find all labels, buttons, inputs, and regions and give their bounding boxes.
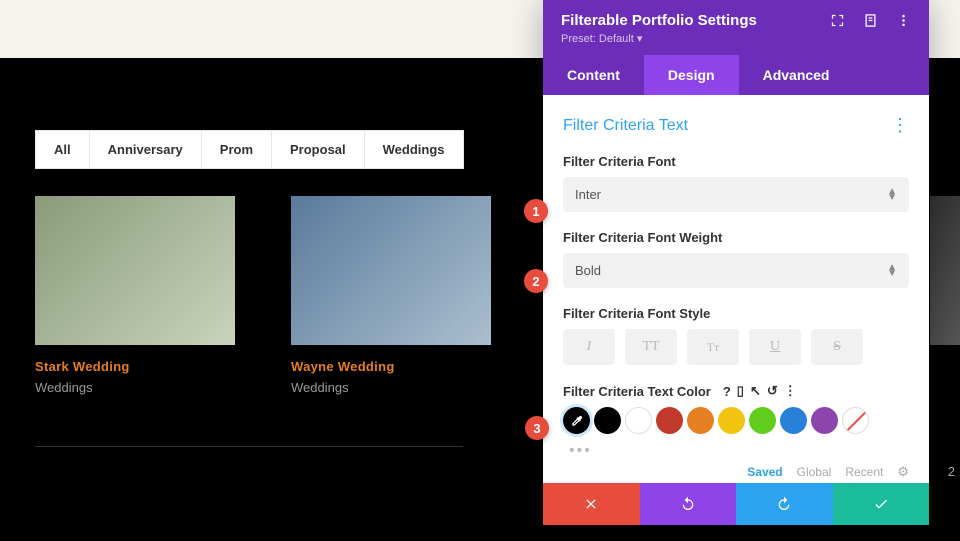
color-black[interactable]: [594, 407, 621, 434]
section-menu-icon[interactable]: ⋮: [891, 115, 909, 136]
strikethrough-button[interactable]: S: [811, 329, 863, 365]
filter-weddings[interactable]: Weddings: [365, 131, 463, 168]
undo-icon: [680, 496, 696, 512]
help-icon[interactable]: [863, 13, 878, 28]
portfolio-item[interactable]: Wayne Wedding Weddings: [291, 196, 491, 395]
redo-button[interactable]: [736, 483, 833, 525]
callout-1: 1: [524, 199, 548, 223]
weight-value: Bold: [575, 263, 601, 278]
smallcaps-button[interactable]: Tᴛ: [687, 329, 739, 365]
check-icon: [873, 496, 889, 512]
portfolio-category: Weddings: [291, 380, 491, 395]
callout-3: 3: [525, 416, 549, 440]
palette-saved[interactable]: Saved: [747, 465, 782, 479]
eyedropper-button[interactable]: [563, 407, 590, 434]
palette-recent[interactable]: Recent: [845, 465, 883, 479]
reset-icon[interactable]: ↺: [767, 383, 778, 399]
portfolio-item[interactable]: Stark Wedding Weddings: [35, 196, 235, 395]
page-number: 2: [948, 464, 955, 479]
font-label: Filter Criteria Font: [563, 154, 909, 169]
callout-2: 2: [524, 269, 548, 293]
portfolio-filter-bar: All Anniversary Prom Proposal Weddings: [35, 130, 464, 169]
more-vert-icon[interactable]: ⋮: [784, 383, 797, 399]
save-button[interactable]: [833, 483, 930, 525]
close-button[interactable]: [543, 483, 640, 525]
weight-select[interactable]: Bold ▲▼: [563, 253, 909, 288]
color-green[interactable]: [749, 407, 776, 434]
color-blue[interactable]: [780, 407, 807, 434]
font-select[interactable]: Inter ▲▼: [563, 177, 909, 212]
portfolio-grid: Stark Wedding Weddings Wayne Wedding Wed…: [35, 196, 491, 395]
panel-header: Filterable Portfolio Settings Preset: De…: [543, 0, 929, 55]
help-icon[interactable]: ?: [723, 384, 731, 399]
select-arrows-icon: ▲▼: [887, 189, 897, 201]
filter-prom[interactable]: Prom: [202, 131, 272, 168]
color-swatches: [563, 407, 909, 434]
portfolio-thumbnail: [291, 196, 491, 345]
settings-panel: Filterable Portfolio Settings Preset: De…: [543, 0, 929, 525]
tab-advanced[interactable]: Advanced: [739, 55, 854, 95]
hover-icon[interactable]: ↖: [750, 383, 761, 399]
gear-icon[interactable]: ⚙: [897, 464, 909, 480]
redo-icon: [776, 496, 792, 512]
italic-button[interactable]: I: [563, 329, 615, 365]
color-red[interactable]: [656, 407, 683, 434]
portfolio-thumbnail: [35, 196, 235, 345]
select-arrows-icon: ▲▼: [887, 265, 897, 277]
filter-proposal[interactable]: Proposal: [272, 131, 365, 168]
mobile-icon[interactable]: ▯: [737, 383, 744, 399]
tab-design[interactable]: Design: [644, 55, 739, 95]
weight-label: Filter Criteria Font Weight: [563, 230, 909, 245]
portfolio-title: Wayne Wedding: [291, 359, 491, 374]
expand-icon[interactable]: [830, 13, 845, 28]
divider: [35, 446, 463, 447]
color-yellow[interactable]: [718, 407, 745, 434]
underline-button[interactable]: U: [749, 329, 801, 365]
more-vert-icon[interactable]: [896, 13, 911, 28]
tabs: Content Design Advanced: [543, 55, 929, 95]
color-label: Filter Criteria Text Color ? ▯ ↖ ↺ ⋮: [563, 383, 909, 399]
preset-selector[interactable]: Preset: Default ▾: [561, 32, 911, 45]
panel-title: Filterable Portfolio Settings: [561, 12, 757, 29]
tab-content[interactable]: Content: [543, 55, 644, 95]
palette-tabs: Saved Global Recent ⚙: [563, 464, 909, 480]
color-purple[interactable]: [811, 407, 838, 434]
close-icon: [583, 496, 599, 512]
font-style-buttons: I TT Tᴛ U S: [563, 329, 909, 365]
style-label: Filter Criteria Font Style: [563, 306, 909, 321]
color-white[interactable]: [625, 407, 652, 434]
color-orange[interactable]: [687, 407, 714, 434]
expand-palette-icon[interactable]: •••: [569, 442, 909, 460]
panel-footer: [543, 483, 929, 525]
undo-button[interactable]: [640, 483, 737, 525]
section-title[interactable]: Filter Criteria Text: [563, 117, 688, 135]
panel-body: Filter Criteria Text ⋮ Filter Criteria F…: [543, 95, 929, 483]
cropped-portfolio-item: [930, 196, 960, 345]
color-none[interactable]: [842, 407, 869, 434]
uppercase-button[interactable]: TT: [625, 329, 677, 365]
filter-all[interactable]: All: [36, 131, 90, 168]
palette-global[interactable]: Global: [797, 465, 832, 479]
portfolio-title: Stark Wedding: [35, 359, 235, 374]
portfolio-category: Weddings: [35, 380, 235, 395]
font-value: Inter: [575, 187, 601, 202]
filter-anniversary[interactable]: Anniversary: [90, 131, 202, 168]
